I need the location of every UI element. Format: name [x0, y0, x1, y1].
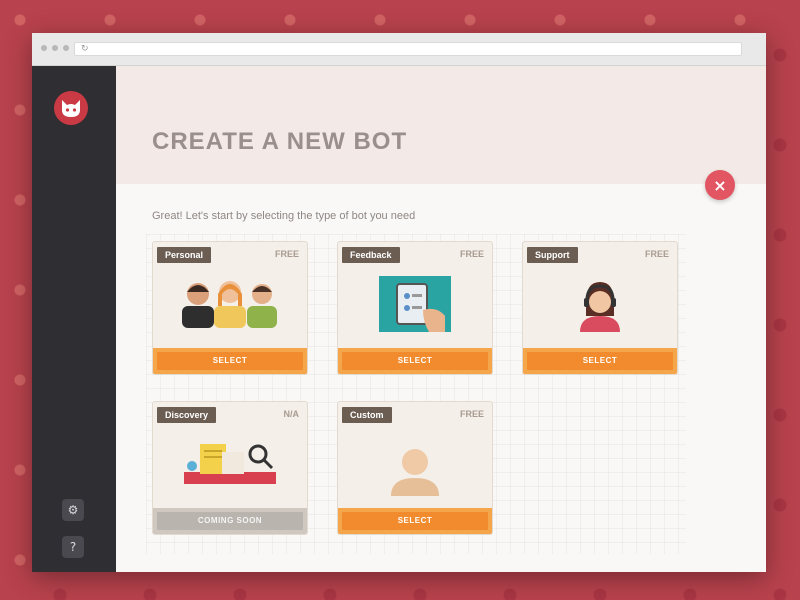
cat-logo-icon[interactable] — [54, 91, 88, 125]
tablet-illustration — [379, 276, 451, 332]
search-illustration — [178, 436, 282, 484]
card-tag: Support — [527, 247, 578, 263]
coming-soon-button: COMING SOON — [157, 512, 303, 530]
people-illustration — [168, 276, 292, 328]
window-controls — [41, 45, 69, 51]
custom-person-illustration — [385, 442, 445, 496]
select-button[interactable]: SELECT — [157, 352, 303, 370]
maximize-window-dot[interactable] — [63, 45, 69, 51]
select-button[interactable]: SELECT — [342, 352, 488, 370]
close-button[interactable]: × — [705, 170, 735, 200]
card-price: FREE — [274, 249, 299, 259]
content-header — [116, 66, 766, 184]
address-bar[interactable]: ↻ — [74, 42, 742, 56]
card-price: FREE — [459, 409, 484, 419]
card-tag: Discovery — [157, 407, 217, 423]
page-title: CREATE A NEW BOT — [152, 128, 408, 155]
minimize-window-dot[interactable] — [52, 45, 58, 51]
card-price: FREE — [459, 249, 484, 259]
bot-card-feedback[interactable]: Feedback FREE SELECT — [337, 241, 493, 375]
settings-button[interactable]: ⚙ — [62, 499, 84, 521]
browser-window: ↻ ⚙ ? CREATE A NEW BOT × Great! Let's st… — [32, 33, 766, 572]
bot-card-support[interactable]: Support FREE SELECT — [522, 241, 678, 375]
bot-card-discovery: Discovery N/A COMING SOON — [152, 401, 308, 535]
card-price: FREE — [644, 249, 669, 259]
select-button[interactable]: SELECT — [527, 352, 673, 370]
browser-toolbar: ↻ — [32, 33, 766, 66]
select-button[interactable]: SELECT — [342, 512, 488, 530]
main-content: CREATE A NEW BOT × Great! Let's start by… — [116, 66, 766, 572]
help-icon: ? — [69, 540, 77, 554]
card-price: N/A — [283, 409, 300, 419]
close-window-dot[interactable] — [41, 45, 47, 51]
sidebar: ⚙ ? — [32, 66, 116, 572]
headset-agent-illustration — [572, 276, 628, 332]
settings-icon: ⚙ — [67, 503, 79, 517]
card-tag: Personal — [157, 247, 212, 263]
card-tag: Feedback — [342, 247, 400, 263]
bot-card-custom[interactable]: Custom FREE SELECT — [337, 401, 493, 535]
bot-card-personal[interactable]: Personal FREE SELECT — [152, 241, 308, 375]
help-button[interactable]: ? — [62, 536, 84, 558]
reload-icon[interactable]: ↻ — [81, 44, 89, 54]
card-tag: Custom — [342, 407, 392, 423]
page-subtitle: Great! Let's start by selecting the type… — [152, 210, 416, 222]
